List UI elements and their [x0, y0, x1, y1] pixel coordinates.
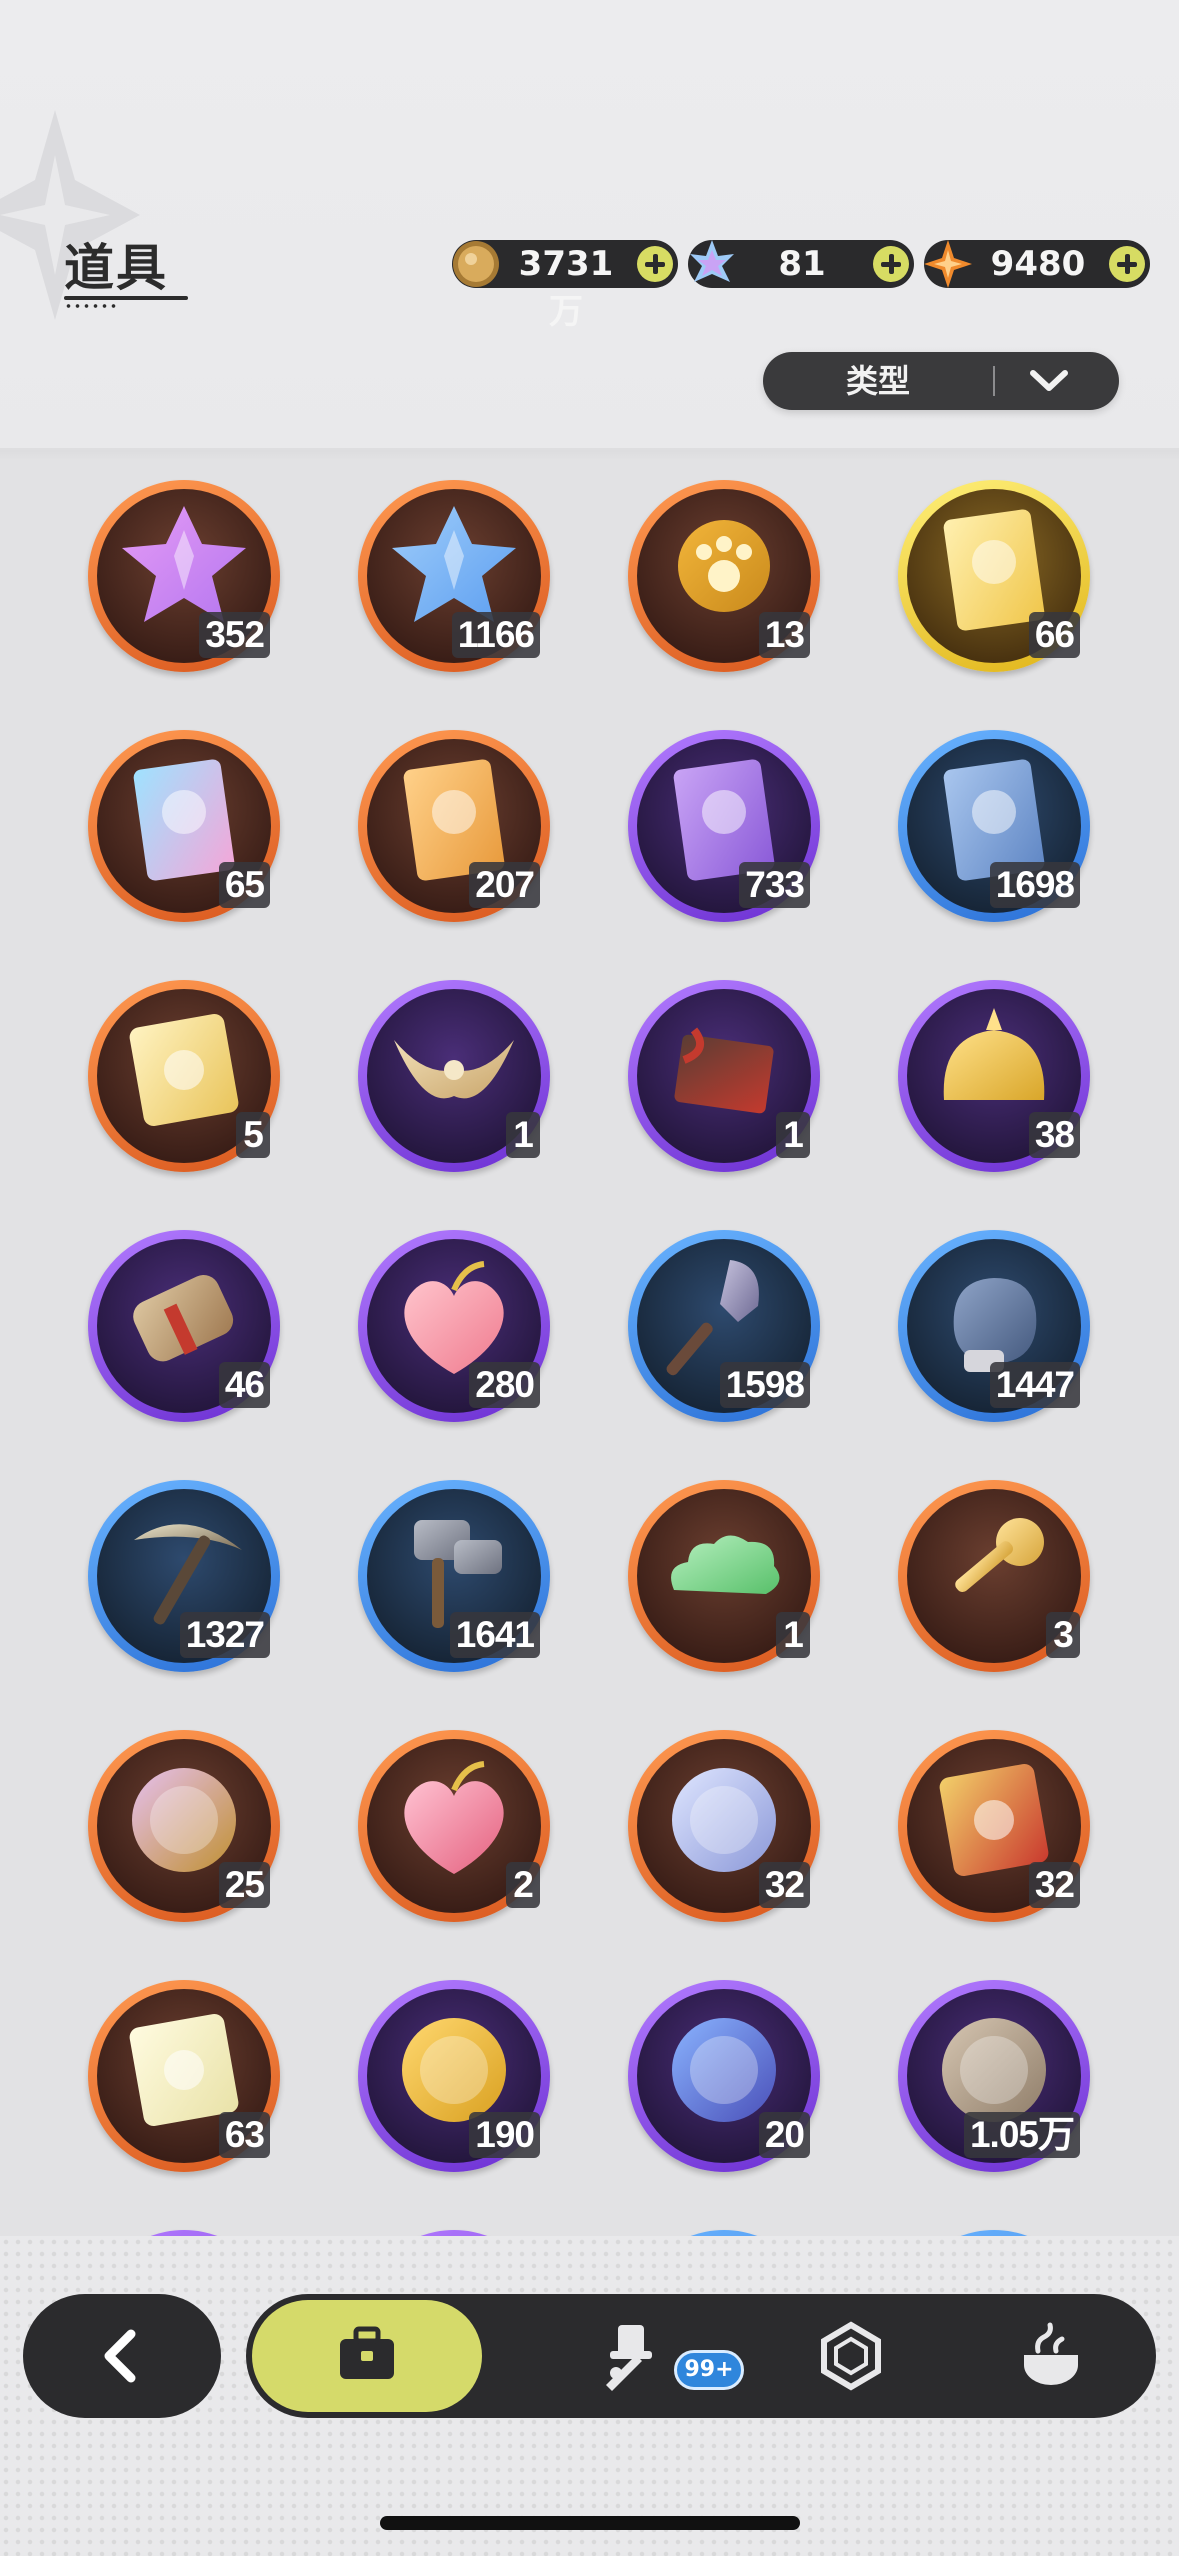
header: 道具 3731万 81 9480 类型	[0, 0, 1179, 450]
inventory-item[interactable]: 1598	[628, 1230, 820, 1422]
item-count: 63	[218, 2112, 270, 2158]
cloud-icon	[671, 1535, 780, 1594]
currency-gold: 3731万	[452, 240, 678, 332]
home-indicator	[380, 2516, 800, 2530]
currency-star-gem: 9480	[924, 240, 1150, 288]
inventory-item[interactable]: 25	[88, 1730, 280, 1922]
item-count: 25	[218, 1862, 270, 1908]
inventory-item[interactable]: 1698	[898, 730, 1090, 922]
toolbox-icon	[340, 2326, 394, 2379]
type-filter-label: 类型	[845, 362, 910, 400]
inventory-item[interactable]: 1	[628, 1480, 820, 1672]
item-count: 1698	[989, 862, 1080, 908]
add-crystal-button[interactable]	[873, 246, 909, 282]
inventory-item[interactable]: 1327	[88, 1480, 280, 1672]
bottom-nav: 99+	[0, 2236, 1179, 2556]
inventory-item[interactable]: 352	[88, 480, 280, 672]
horn-ornament-icon	[394, 1040, 514, 1099]
item-count: 32	[1028, 1862, 1080, 1908]
tab-items[interactable]	[252, 2300, 482, 2412]
inventory-item[interactable]: 63	[88, 1980, 280, 2172]
sword-hat-icon	[606, 2325, 652, 2391]
inventory-item[interactable]: 1166	[358, 480, 550, 672]
add-star-gem-button[interactable]	[1109, 246, 1145, 282]
filter-divider	[993, 366, 995, 396]
tab-equipment[interactable]	[546, 2300, 716, 2412]
back-arrow-icon	[104, 2329, 136, 2383]
item-count: 1	[776, 1612, 810, 1658]
currency-star-gem-value: 9480	[990, 244, 1086, 284]
inventory-item[interactable]: 1	[628, 980, 820, 1172]
item-count: 1327	[179, 1612, 270, 1658]
item-count: 733	[739, 862, 810, 908]
item-count: 1	[506, 1112, 540, 1158]
back-button[interactable]	[23, 2294, 221, 2418]
item-count: 3	[1046, 1612, 1080, 1658]
inventory-item[interactable]: 38	[898, 980, 1090, 1172]
inventory-item[interactable]: 1.05万	[898, 1980, 1090, 2172]
tab-gems[interactable]	[766, 2300, 936, 2412]
title-underline	[64, 296, 188, 300]
gift-box-icon	[674, 1027, 774, 1114]
title-dots	[64, 304, 116, 308]
type-filter-dropdown[interactable]: 类型	[763, 352, 1119, 410]
inventory-item[interactable]: 1641	[358, 1480, 550, 1672]
add-gold-button[interactable]	[637, 246, 673, 282]
item-count: 207	[469, 862, 540, 908]
item-count: 1447	[989, 1362, 1080, 1408]
item-count: 5	[236, 1112, 270, 1158]
item-count: 352	[199, 612, 270, 658]
inventory-item[interactable]: 3	[898, 1480, 1090, 1672]
inventory-item[interactable]: 66	[898, 480, 1090, 672]
item-count: 280	[469, 1362, 540, 1408]
gold-coin-icon	[453, 241, 499, 287]
currency-crystal-value: 81	[778, 244, 826, 284]
heart-gem-icon	[404, 1761, 504, 1874]
inventory-item[interactable]: 20	[628, 1980, 820, 2172]
item-count: 65	[218, 862, 270, 908]
cooking-pot-icon	[1024, 2322, 1078, 2385]
item-count: 13	[758, 612, 810, 658]
item-count: 1	[776, 1112, 810, 1158]
page-title: 道具	[64, 239, 168, 297]
item-count: 190	[469, 2112, 540, 2158]
item-count: 32	[758, 1862, 810, 1908]
inventory-item[interactable]: 280	[358, 1230, 550, 1422]
item-count: 1166	[451, 612, 540, 658]
chevron-down-icon	[1030, 370, 1068, 391]
inventory-item[interactable]: 733	[628, 730, 820, 922]
item-count: 20	[758, 2112, 810, 2158]
item-count: 66	[1028, 612, 1080, 658]
currency-crystal: 81	[688, 240, 914, 288]
item-count: 1.05万	[963, 2112, 1080, 2158]
item-count: 2	[506, 1862, 540, 1908]
currency-gold-value: 3731万	[518, 244, 614, 332]
inventory-item[interactable]: 46	[88, 1230, 280, 1422]
item-count: 1641	[449, 1612, 540, 1658]
inventory-item[interactable]: 207	[358, 730, 550, 922]
item-count: 38	[1028, 1112, 1080, 1158]
tab-bar: 99+	[246, 2294, 1156, 2418]
inventory-item[interactable]: 1	[358, 980, 550, 1172]
inventory-item[interactable]: 5	[88, 980, 280, 1172]
star-gem-icon	[924, 240, 972, 288]
key-icon	[955, 1518, 1044, 1592]
inventory-item[interactable]: 32	[898, 1730, 1090, 1922]
item-count: 46	[218, 1362, 270, 1408]
inventory-item[interactable]: 1447	[898, 1230, 1090, 1422]
inventory-item[interactable]: 2	[358, 1730, 550, 1922]
tab-cooking[interactable]	[966, 2300, 1136, 2412]
inventory-item[interactable]: 13	[628, 480, 820, 672]
inventory-item[interactable]: 65	[88, 730, 280, 922]
gem-outline-icon	[821, 2321, 881, 2391]
item-count: 1598	[719, 1362, 810, 1408]
crystal-icon	[690, 240, 734, 282]
clover-ticket-icon	[129, 1014, 239, 1126]
item-grid: 352 1166 13 66 65 207 733 1698 5 1 1 38 46 280 1598 144…	[0, 460, 1179, 2236]
inventory-item[interactable]: 190	[358, 1980, 550, 2172]
inventory-item[interactable]: 32	[628, 1730, 820, 1922]
